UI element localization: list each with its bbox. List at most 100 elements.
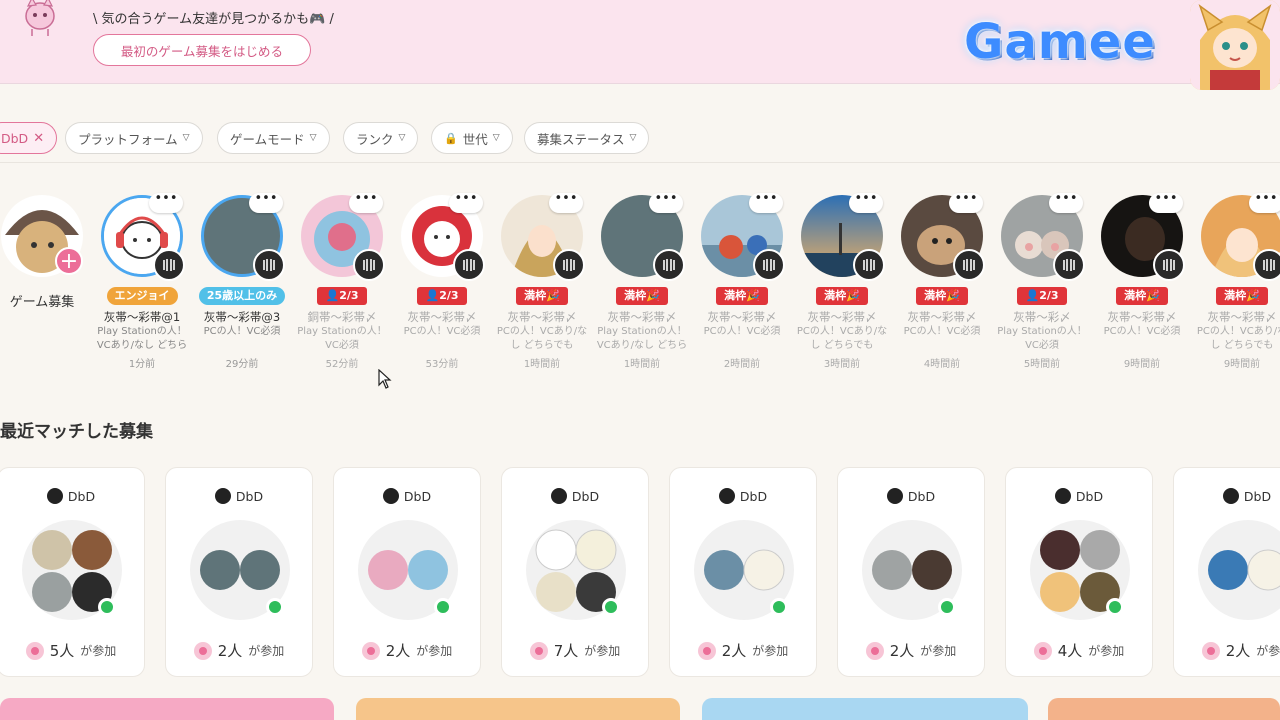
recruit-title: 灰帯〜彩帯〆 [1207, 310, 1277, 324]
recruit-card[interactable]: ••• 25歳以上のみ 灰帯〜彩帯@3 PCの人！VC必須 29分前 [192, 192, 292, 370]
recruit-card[interactable]: ••• 満枠🎉 灰帯〜彩帯〆 PCの人！VC必須 9時間前 [1092, 192, 1192, 370]
chevron-down-icon: ▽ [492, 133, 500, 143]
slot-badge: 👤2/3 [1017, 287, 1067, 305]
dbd-game-icon [153, 249, 185, 281]
more-icon[interactable]: ••• [1149, 192, 1183, 213]
recruit-card[interactable]: ••• 満枠🎉 灰帯〜彩帯〆 PCの人！VCあり/なし どちらでも 9時間前 [1192, 192, 1280, 370]
match-card[interactable]: DbD 2人が参加 [333, 467, 481, 677]
divider [0, 162, 1280, 163]
more-icon[interactable]: ••• [649, 192, 683, 213]
more-icon[interactable]: ••• [849, 192, 883, 213]
status-badge: エンジョイ [106, 287, 178, 305]
filter-rank-label: ランク [356, 131, 394, 147]
filter-game-mode[interactable]: ゲームモード ▽ [217, 122, 330, 154]
slot-badge: 👤2/3 [417, 287, 467, 305]
filter-chip-game[interactable]: DbD ✕ [0, 122, 58, 154]
filter-rank[interactable]: ランク ▽ [343, 122, 419, 154]
online-indicator [770, 598, 788, 616]
recruit-desc: PCの人！VCあり/なし どちらでも [496, 326, 588, 351]
filter-status[interactable]: 募集ステータス ▽ [524, 122, 650, 154]
promo-banner[interactable] [702, 698, 1028, 720]
match-card[interactable]: DbD 7人 が参加 [501, 467, 649, 677]
more-icon[interactable]: ••• [249, 192, 283, 213]
filter-platform-label: プラットフォーム [78, 131, 178, 147]
dbd-game-icon [953, 249, 985, 281]
start-recruit-button[interactable]: 最初のゲーム募集をはじめる [93, 34, 311, 66]
recruit-card[interactable]: ••• 満枠🎉 灰帯〜彩帯〆 PCの人！VC必須 4時間前 [892, 192, 992, 370]
filter-generation[interactable]: 🔒 世代 ▽ [431, 122, 513, 154]
dbd-game-icon [1253, 249, 1280, 281]
recruit-card[interactable]: ••• 👤2/3 灰帯〜彩〆 Play Stationの人！VC必須 5時間前 [992, 192, 1092, 370]
filter-game-label: DbD [1, 130, 29, 146]
more-icon[interactable]: ••• [949, 192, 983, 213]
recruit-desc: Play Stationの人！VC必須 [297, 326, 387, 351]
recruit-desc: PCの人！VC必須 [903, 326, 981, 337]
match-card[interactable]: DbD 5人 が参加 [0, 467, 145, 677]
recruit-title: 銅帯〜彩帯〆 [307, 310, 377, 324]
slot-count: 2/3 [439, 289, 459, 302]
recruit-card[interactable]: ••• 満枠🎉 灰帯〜彩帯〆 PCの人！VC必須 2時間前 [692, 192, 792, 370]
recruit-time: 52分前 [325, 359, 359, 370]
recruit-card[interactable]: ••• 満枠🎉 灰帯〜彩帯〆 Play Stationの人！VCあり/なし どち… [592, 192, 692, 370]
match-card[interactable]: DbD 2人が参加 [837, 467, 985, 677]
recruit-card[interactable]: ••• 満枠🎉 灰帯〜彩帯〆 PCの人！VCあり/なし どちらでも 1時間前 [492, 192, 592, 370]
chevron-down-icon: ▽ [629, 133, 637, 143]
recruit-time: 1分前 [128, 359, 156, 370]
more-icon[interactable]: ••• [1049, 192, 1083, 213]
recruit-desc: Play Stationの人！VCあり/なし どちらでも [596, 326, 688, 351]
recruit-time: 29分前 [225, 359, 259, 370]
status-badge: 満枠🎉 [516, 287, 568, 305]
dbd-game-icon [453, 249, 485, 281]
plus-icon[interactable]: + [55, 247, 83, 275]
more-icon[interactable]: ••• [449, 192, 483, 213]
status-badge: 満枠🎉 [716, 287, 768, 305]
status-badge: 満枠🎉 [1216, 287, 1268, 305]
recruit-title: 灰帯〜彩帯〆 [707, 310, 777, 324]
recruit-card[interactable]: ••• 👤2/3 銅帯〜彩帯〆 Play Stationの人！VC必須 52分前 [292, 192, 392, 370]
filter-bar: DbD ✕ プラットフォーム ▽ ゲームモード ▽ ランク ▽ 🔒 世代 ▽ 募集ステー… [0, 122, 1280, 154]
member-count: 7人 [553, 642, 579, 660]
match-card[interactable]: DbD 2人が参加 [1173, 467, 1280, 677]
recruit-card[interactable]: ••• エンジョイ 灰帯〜彩帯@1 Play Stationの人！VCあり/なし… [92, 192, 192, 370]
more-icon[interactable]: ••• [149, 192, 183, 213]
match-card[interactable]: DbD 4人 が参加 [1005, 467, 1153, 677]
dbd-game-icon [550, 488, 567, 504]
joined-suffix: が参加 [752, 644, 789, 658]
dbd-game-icon [886, 488, 903, 504]
slot-count: 2/3 [339, 289, 359, 302]
match-game: DbD [1243, 488, 1272, 504]
recruit-desc: PCの人！VC必須 [203, 326, 281, 337]
chevron-down-icon: ▽ [309, 133, 317, 143]
recruit-desc: PCの人！VC必須 [403, 326, 481, 337]
match-card[interactable]: DbD 2人が参加 [669, 467, 817, 677]
more-icon[interactable]: ••• [749, 192, 783, 213]
filter-platform[interactable]: プラットフォーム ▽ [65, 122, 203, 154]
promo-banner[interactable] [1048, 698, 1280, 720]
recruit-title: 灰帯〜彩帯〆 [507, 310, 577, 324]
match-card[interactable]: DbD 2人が参加 [165, 467, 313, 677]
more-icon[interactable]: ••• [1249, 192, 1280, 213]
joined-suffix: が参加 [584, 644, 621, 658]
more-icon[interactable]: ••• [349, 192, 383, 213]
joined-suffix: が参加 [416, 644, 453, 658]
mouse-cursor-icon [378, 369, 392, 389]
close-icon[interactable]: ✕ [33, 131, 44, 146]
promo-banner[interactable] [356, 698, 680, 720]
recruit-desc: PCの人！VC必須 [1103, 326, 1181, 337]
add-recruit[interactable]: + ゲーム募集 [0, 193, 92, 310]
controller-icon [193, 641, 212, 660]
member-count: 2人 [1225, 642, 1251, 660]
recruit-card[interactable]: ••• 満枠🎉 灰帯〜彩帯〆 PCの人！VCあり/なし どちらでも 3時間前 [792, 192, 892, 370]
promo-banner[interactable] [0, 698, 334, 720]
recruit-card[interactable]: ••• 👤2/3 灰帯〜彩帯〆 PCの人！VC必須 53分前 [392, 192, 492, 370]
slot-badge: 👤2/3 [317, 287, 367, 305]
dbd-game-icon [46, 488, 63, 504]
more-icon[interactable]: ••• [549, 192, 583, 213]
online-indicator [602, 598, 620, 616]
lock-icon: 🔒 [444, 131, 458, 145]
chevron-down-icon: ▽ [398, 133, 406, 143]
online-indicator [434, 598, 452, 616]
recruit-desc: PCの人！VC必須 [703, 326, 781, 337]
recruit-title: 灰帯〜彩帯〆 [907, 310, 977, 324]
dbd-game-icon [1053, 249, 1085, 281]
